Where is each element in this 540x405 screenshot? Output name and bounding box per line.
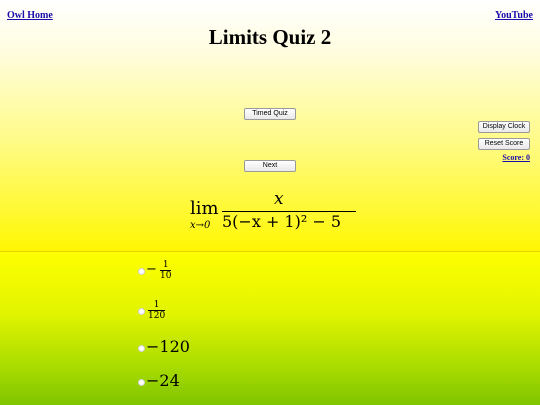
- option-denominator: 120: [148, 311, 166, 321]
- timed-quiz-button[interactable]: Timed Quiz: [244, 108, 296, 120]
- radio-button[interactable]: [138, 268, 145, 275]
- lim-operator: lim: [190, 198, 219, 219]
- fraction-numerator: x: [274, 189, 284, 209]
- page-title: Limits Quiz 2: [208, 25, 332, 49]
- lim-subscript: x→0: [190, 220, 211, 231]
- owl-home-link[interactable]: Owl Home: [7, 10, 53, 21]
- option-fraction: 1 10: [160, 260, 172, 281]
- option-sign: −: [146, 262, 157, 277]
- radio-button[interactable]: [138, 345, 145, 352]
- youtube-link[interactable]: YouTube: [495, 10, 533, 21]
- option-denominator: 10: [160, 271, 172, 281]
- score-display[interactable]: Score: 0: [502, 153, 530, 162]
- answers-background: [0, 252, 540, 405]
- divider: [0, 251, 540, 252]
- option-value: −24: [146, 371, 180, 390]
- limit-expression: lim x→0 x 5(−x + 1)² − 5: [190, 188, 390, 238]
- option-numerator: 1: [148, 300, 166, 311]
- option-fraction: 1 120: [148, 300, 166, 321]
- radio-button[interactable]: [138, 308, 145, 315]
- next-button[interactable]: Next: [244, 160, 296, 172]
- option-numerator: 1: [160, 260, 172, 271]
- fraction-denominator: 5(−x + 1)² − 5: [222, 212, 342, 231]
- radio-button[interactable]: [138, 379, 145, 386]
- option-value: −120: [146, 337, 190, 356]
- display-clock-button[interactable]: Display Clock: [478, 121, 530, 133]
- reset-score-button[interactable]: Reset Score: [478, 138, 530, 150]
